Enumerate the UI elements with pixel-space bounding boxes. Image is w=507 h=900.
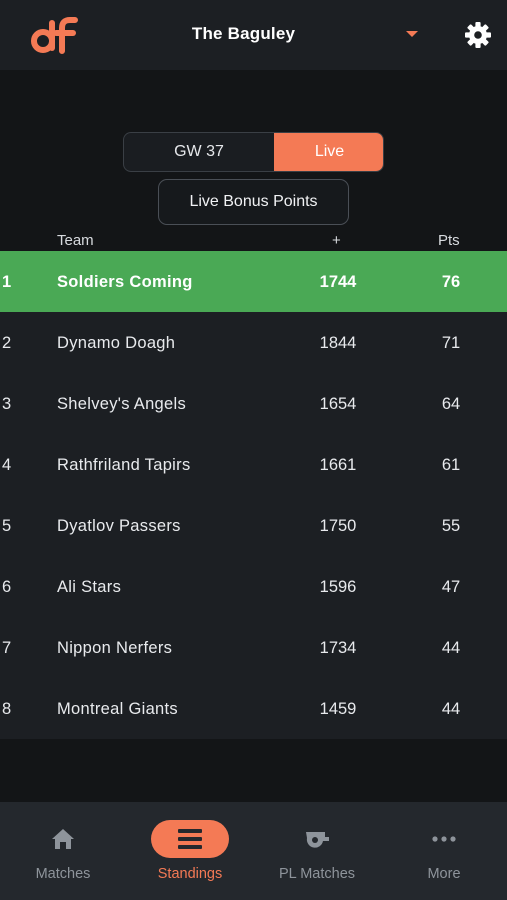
gameweek-tab[interactable]: GW 37 [124, 133, 274, 171]
row-points: 71 [441, 334, 461, 352]
row-plus: 1596 [319, 578, 357, 596]
row-team-name: Ali Stars [57, 578, 122, 596]
table-row[interactable]: 1 Soldiers Coming 1744 76 [0, 251, 507, 312]
row-team-name: Shelvey's Angels [57, 395, 187, 413]
row-team-name: Montreal Giants [57, 700, 178, 718]
row-points: 64 [441, 395, 461, 413]
row-team-name: Dyatlov Passers [57, 517, 181, 535]
table-row[interactable]: 7 Nippon Nerfers 1734 44 [0, 617, 507, 678]
nav-more[interactable]: More [381, 802, 507, 900]
row-team-name: Nippon Nerfers [57, 639, 173, 657]
table-row[interactable]: 4 Rathfriland Tapirs 1661 61 [0, 434, 507, 495]
nav-matches[interactable]: Matches [0, 802, 126, 900]
app-header: The Baguley [0, 0, 507, 70]
plus-column-header: + [332, 232, 341, 249]
list-icon [178, 829, 202, 849]
table-row[interactable]: 5 Dyatlov Passers 1750 55 [0, 495, 507, 556]
team-column-header: Team [57, 232, 94, 249]
gameweek-live-toggle: GW 37 Live [123, 132, 384, 172]
points-column-header: Pts [438, 232, 460, 249]
home-icon [52, 829, 74, 849]
row-plus: 1734 [319, 639, 357, 657]
row-rank: 5 [2, 517, 12, 535]
row-points: 76 [441, 273, 461, 291]
row-plus: 1459 [319, 700, 357, 718]
row-points: 44 [441, 700, 461, 718]
row-rank: 2 [2, 334, 12, 352]
nav-standings[interactable]: Standings [127, 802, 253, 900]
whistle-icon [306, 832, 329, 848]
gear-icon[interactable] [463, 20, 493, 50]
table-row[interactable]: 2 Dynamo Doagh 1844 71 [0, 312, 507, 373]
row-points: 55 [441, 517, 461, 535]
standings-table: 1 Soldiers Coming 1744 76 2 Dynamo Doagh… [0, 251, 507, 739]
nav-more-label: More [427, 866, 461, 882]
row-team-name: Dynamo Doagh [57, 334, 176, 352]
row-plus: 1654 [319, 395, 357, 413]
row-rank: 7 [2, 639, 12, 657]
table-row[interactable]: 6 Ali Stars 1596 47 [0, 556, 507, 617]
chevron-down-icon[interactable] [406, 31, 418, 37]
row-rank: 3 [2, 395, 12, 413]
more-dots-icon [432, 836, 456, 842]
row-plus: 1750 [319, 517, 357, 535]
table-row[interactable]: 8 Montreal Giants 1459 44 [0, 678, 507, 739]
nav-standings-label: Standings [157, 866, 223, 882]
row-rank: 1 [2, 273, 12, 291]
row-plus: 1744 [319, 273, 357, 291]
live-bonus-points-button[interactable]: Live Bonus Points [158, 179, 349, 225]
row-rank: 6 [2, 578, 12, 596]
live-tab[interactable]: Live [274, 133, 383, 171]
bottom-navigation: Matches Standings PL Matches More [0, 802, 507, 900]
nav-pl-matches-label: PL Matches [278, 866, 356, 882]
row-plus: 1661 [319, 456, 357, 474]
nav-matches-label: Matches [35, 866, 91, 882]
row-rank: 8 [2, 700, 12, 718]
row-team-name: Soldiers Coming [57, 273, 193, 291]
row-points: 47 [441, 578, 461, 596]
table-row[interactable]: 3 Shelvey's Angels 1654 64 [0, 373, 507, 434]
row-rank: 4 [2, 456, 12, 474]
row-points: 61 [441, 456, 461, 474]
nav-pl-matches[interactable]: PL Matches [254, 802, 380, 900]
row-team-name: Rathfriland Tapirs [57, 456, 191, 474]
row-points: 44 [441, 639, 461, 657]
row-plus: 1844 [319, 334, 357, 352]
